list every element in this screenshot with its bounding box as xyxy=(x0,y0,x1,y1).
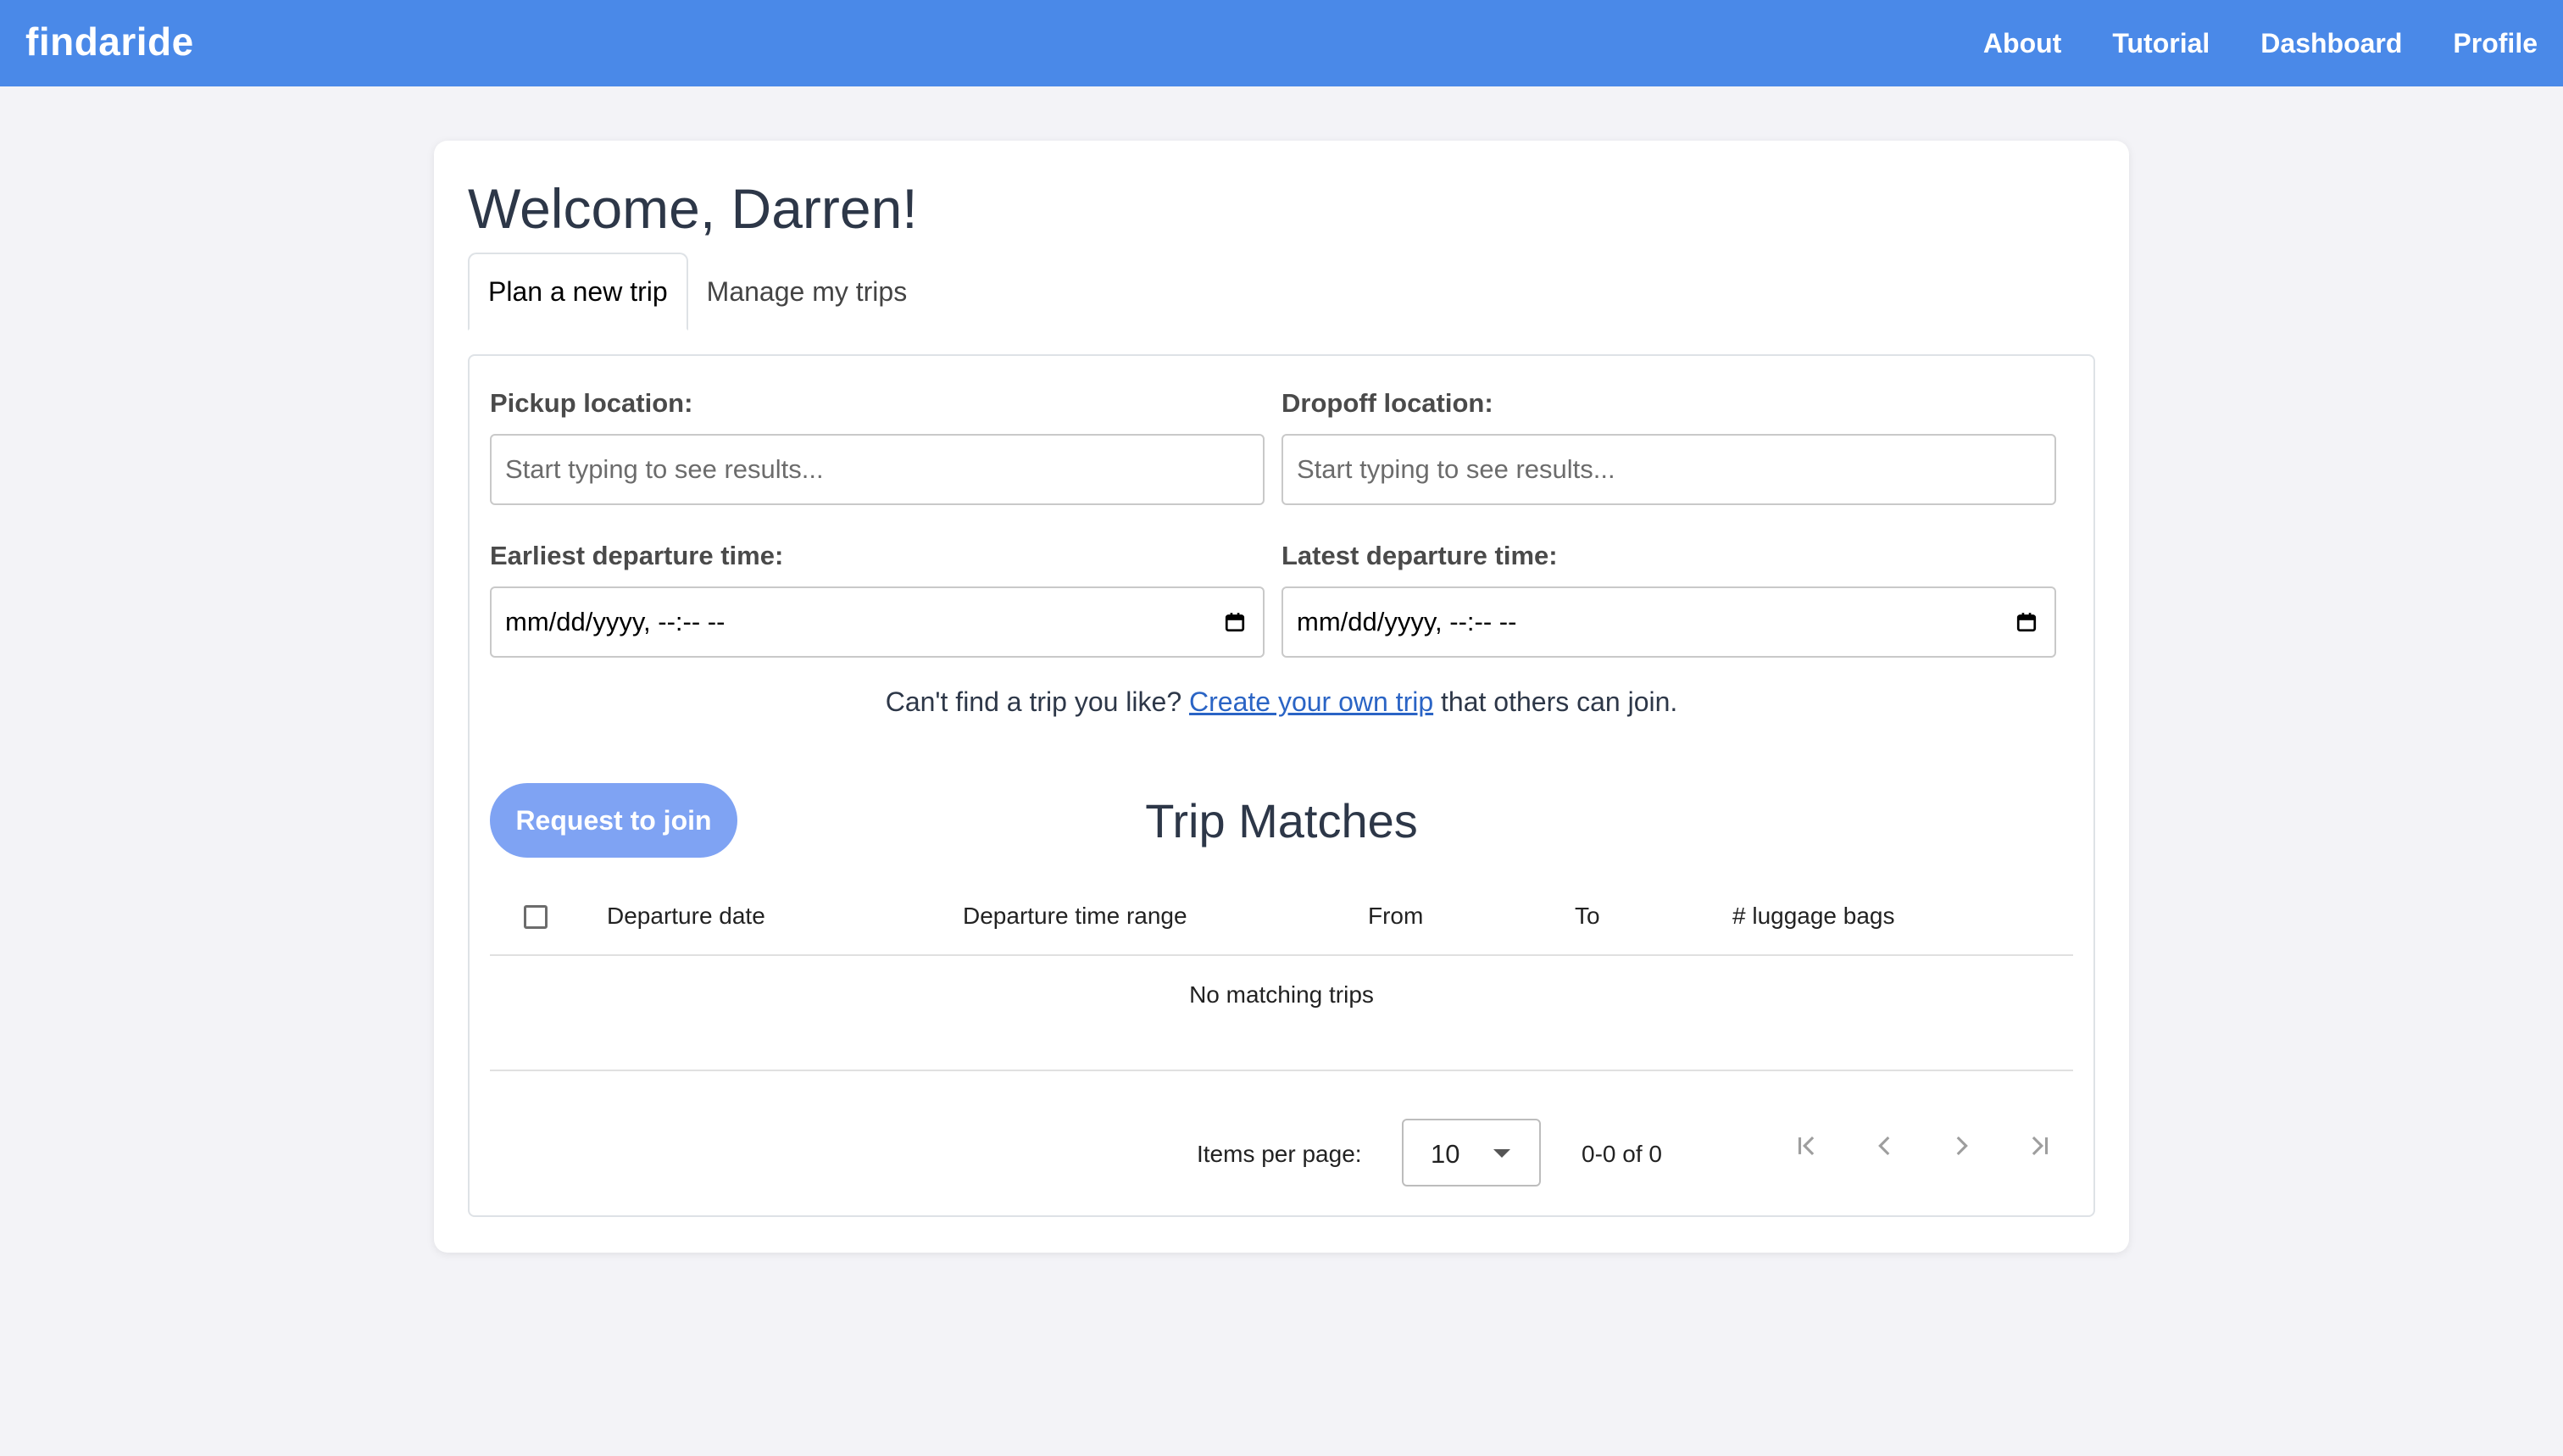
calendar-icon[interactable] xyxy=(1224,611,1246,633)
last-page-button[interactable] xyxy=(2015,1122,2063,1170)
items-per-page-value: 10 xyxy=(1431,1139,1460,1169)
column-departure-time-range[interactable]: Departure time range xyxy=(963,876,1187,956)
items-per-page-select[interactable]: 10 xyxy=(1402,1119,1541,1186)
column-from[interactable]: From xyxy=(1368,876,1423,956)
paginator: Items per page: 10 0-0 of 0 xyxy=(470,1119,2093,1190)
top-navbar: findaride About Tutorial Dashboard Profi… xyxy=(0,0,2563,86)
dropoff-input[interactable] xyxy=(1282,434,2056,505)
earliest-departure-input[interactable]: mm/dd/yyyy, --:-- -- xyxy=(490,586,1265,658)
last-page-icon xyxy=(2032,1136,2049,1156)
first-page-icon xyxy=(1798,1136,1815,1156)
brand-logo[interactable]: findaride xyxy=(25,19,194,64)
chevron-down-icon xyxy=(1493,1149,1510,1158)
previous-page-button[interactable] xyxy=(1861,1122,1909,1170)
pickup-input[interactable] xyxy=(490,434,1265,505)
nav-link-profile[interactable]: Profile xyxy=(2453,28,2538,59)
nav-link-about[interactable]: About xyxy=(1983,28,2061,59)
main-card: Welcome, Darren! Plan a new trip Manage … xyxy=(434,141,2129,1253)
tab-plan-new-trip[interactable]: Plan a new trip xyxy=(468,253,688,331)
nav-link-dashboard[interactable]: Dashboard xyxy=(2260,28,2402,59)
create-trip-prefix: Can't find a trip you like? xyxy=(885,686,1182,717)
first-page-button[interactable] xyxy=(1783,1122,1831,1170)
select-all-checkbox[interactable] xyxy=(524,905,548,929)
column-to[interactable]: To xyxy=(1575,876,1600,956)
latest-departure-value: mm/dd/yyyy, --:-- -- xyxy=(1297,607,1517,636)
tab-bar: Plan a new trip Manage my trips xyxy=(468,253,926,331)
create-trip-prompt: Can't find a trip you like? Create your … xyxy=(470,686,2093,718)
page-title: Welcome, Darren! xyxy=(468,177,918,240)
trip-matches-title: Trip Matches xyxy=(1145,794,1418,847)
items-per-page-label: Items per page: xyxy=(1197,1141,1362,1167)
column-luggage-bags[interactable]: # luggage bags xyxy=(1732,876,1895,956)
table-header: Departure date Departure time range From… xyxy=(490,876,2073,956)
create-own-trip-link[interactable]: Create your own trip xyxy=(1189,686,1433,717)
latest-departure-label: Latest departure time: xyxy=(1282,541,1558,570)
earliest-departure-label: Earliest departure time: xyxy=(490,541,784,570)
dropoff-label: Dropoff location: xyxy=(1282,388,1493,418)
previous-page-icon xyxy=(1878,1136,1890,1156)
nav-links: About Tutorial Dashboard Profile xyxy=(1983,0,2563,86)
column-departure-date[interactable]: Departure date xyxy=(607,876,765,956)
calendar-icon[interactable] xyxy=(2015,611,2038,633)
earliest-departure-value: mm/dd/yyyy, --:-- -- xyxy=(505,607,726,636)
pickup-label: Pickup location: xyxy=(490,388,693,418)
empty-table-message: No matching trips xyxy=(490,956,2073,1071)
tab-manage-my-trips[interactable]: Manage my trips xyxy=(688,253,926,331)
next-page-button[interactable] xyxy=(1938,1122,1985,1170)
next-page-icon xyxy=(1956,1136,1968,1156)
latest-departure-input[interactable]: mm/dd/yyyy, --:-- -- xyxy=(1282,586,2056,658)
page-range-label: 0-0 of 0 xyxy=(1582,1141,1662,1167)
create-trip-suffix: that others can join. xyxy=(1441,686,1678,717)
nav-link-tutorial[interactable]: Tutorial xyxy=(2112,28,2210,59)
plan-trip-panel: Pickup location: Dropoff location: Earli… xyxy=(468,354,2095,1217)
